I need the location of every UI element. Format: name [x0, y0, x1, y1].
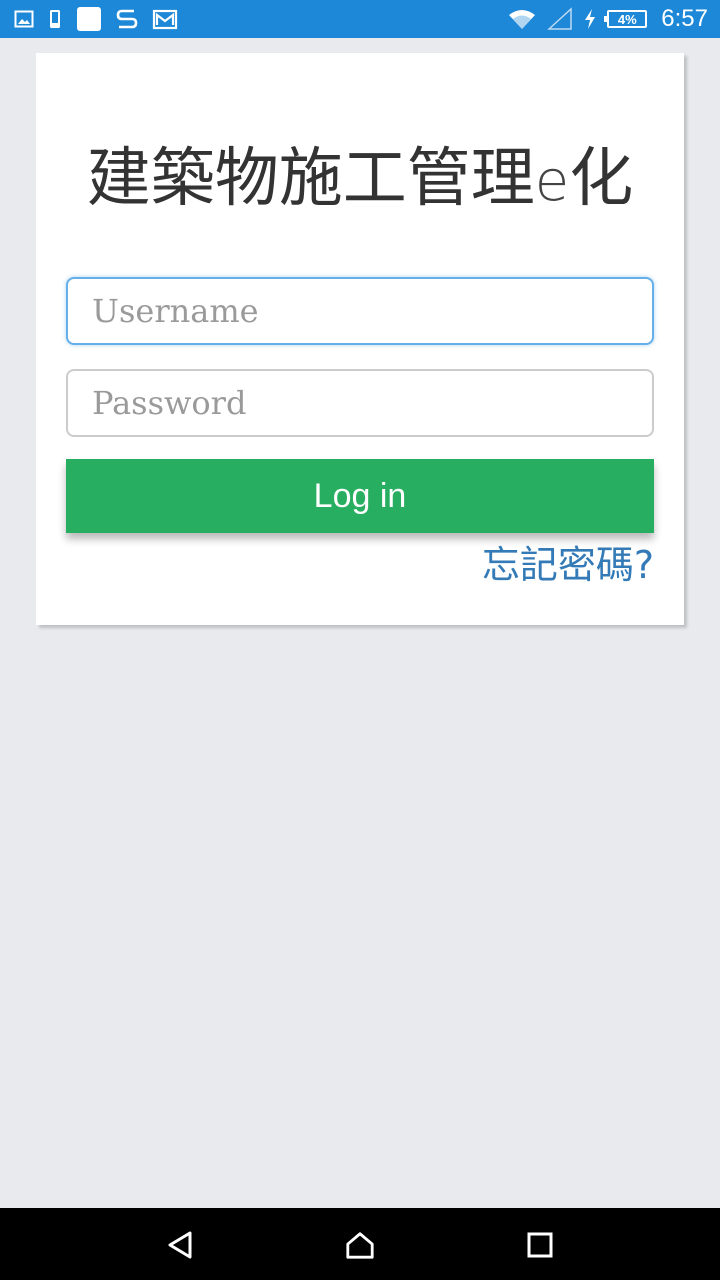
clock: 6:57: [661, 5, 708, 32]
battery-icon: 4%: [604, 10, 648, 28]
app-title-e: e: [534, 149, 570, 214]
wifi-icon: [507, 7, 537, 31]
signal-icon: [547, 7, 573, 31]
battery-percent: 4%: [617, 11, 637, 27]
gmail-icon: [152, 8, 178, 30]
app-title-main: 建築物施工管理: [86, 142, 535, 216]
app-title-end: 化: [569, 142, 634, 216]
forgot-password-link[interactable]: 忘記密碼?: [482, 543, 654, 587]
login-button[interactable]: Log in: [66, 459, 654, 533]
login-card: 建築物施工管理e化 Log in 忘記密碼?: [36, 53, 684, 625]
app-square-icon: [76, 6, 102, 32]
image-icon: [14, 9, 34, 29]
notification-icons: [14, 5, 178, 33]
phone-icon: [48, 8, 62, 30]
navigation-bar: [0, 1208, 720, 1280]
recent-apps-icon[interactable]: [525, 1230, 555, 1260]
status-bar: 4% 6:57: [0, 0, 720, 38]
charging-icon: [583, 8, 597, 30]
system-icons: 4% 6:57: [507, 4, 708, 34]
username-input[interactable]: [66, 277, 654, 345]
s-app-icon: [116, 7, 138, 31]
app-title: 建築物施工管理e化: [36, 147, 684, 214]
home-icon[interactable]: [345, 1230, 375, 1260]
password-input[interactable]: [66, 369, 654, 437]
back-icon[interactable]: [166, 1230, 196, 1260]
